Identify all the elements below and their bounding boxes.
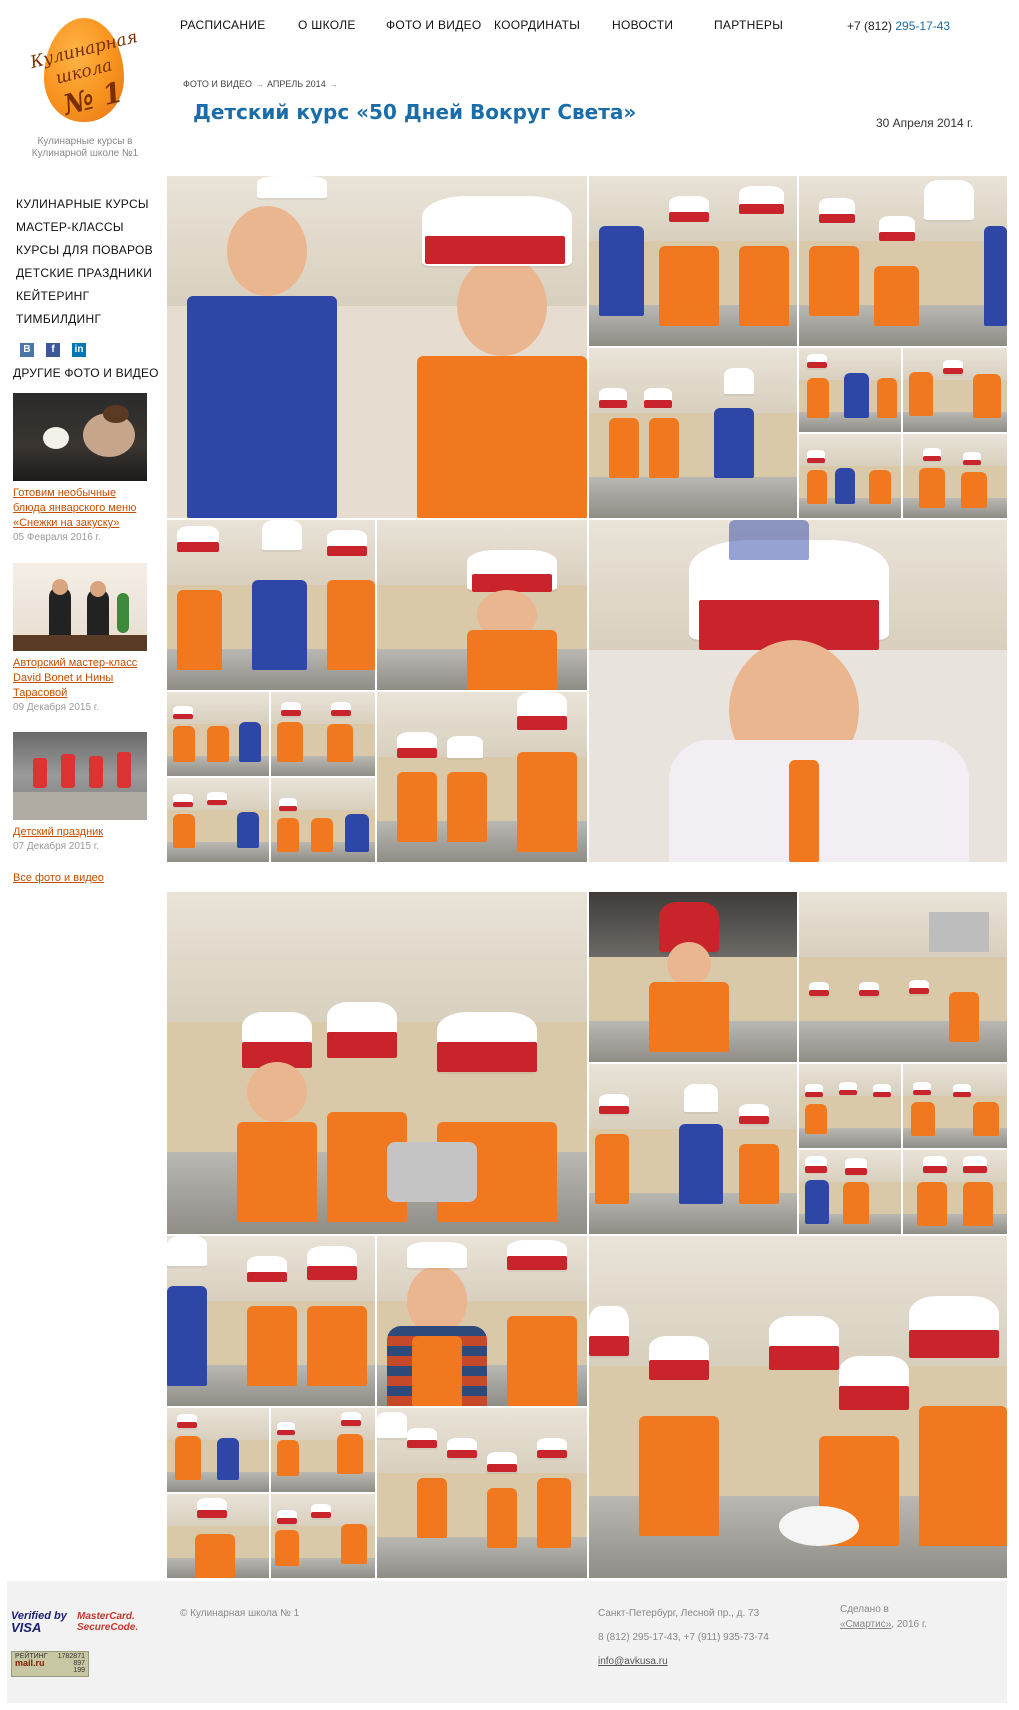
- gallery-photo[interactable]: [167, 1494, 269, 1578]
- sidebar-item-master-classes[interactable]: МАСТЕР-КЛАССЫ: [16, 219, 153, 242]
- sidebar-item-kids-parties[interactable]: ДЕТСКИЕ ПРАЗДНИКИ: [16, 265, 153, 288]
- gallery-photo[interactable]: [799, 1064, 901, 1148]
- mc-line1: MasterCard.: [77, 1611, 135, 1622]
- gallery-photo[interactable]: [167, 1408, 269, 1492]
- page-title: Детский курс «50 Дней Вокруг Света»: [193, 100, 637, 124]
- counter-value3: 199: [73, 1667, 85, 1674]
- breadcrumb: ФОТО И ВИДЕО → АПРЕЛЬ 2014 →: [183, 79, 341, 89]
- logo-tagline: Кулинарные курсы в Кулинарной школе №1: [31, 136, 139, 159]
- sidebar-item-catering[interactable]: КЕЙТЕРИНГ: [16, 288, 153, 311]
- gallery-photo[interactable]: [167, 176, 587, 518]
- gallery-link[interactable]: Авторский мастер-класс David Bonet и Нин…: [13, 656, 149, 701]
- gallery-photo[interactable]: [589, 892, 797, 1062]
- gallery-date: 09 Декабря 2015 г.: [13, 702, 99, 713]
- gallery-photo[interactable]: [271, 778, 375, 862]
- footer-address: Санкт-Петербург, Лесной пр., д. 73: [598, 1608, 760, 1619]
- gallery-photo[interactable]: [799, 176, 1007, 346]
- gallery-photo[interactable]: [271, 1494, 375, 1578]
- gallery-link[interactable]: Детский праздник: [13, 825, 149, 840]
- phone-prefix: +7 (812): [847, 19, 896, 33]
- gallery-photo[interactable]: [589, 1064, 797, 1234]
- sidebar-gallery-item: Детский праздник 07 Декабря 2015 г.: [13, 732, 149, 852]
- vk-icon[interactable]: В: [20, 343, 34, 357]
- all-photos-link[interactable]: Все фото и видео: [13, 872, 104, 884]
- made-prefix: Сделано в: [840, 1604, 889, 1615]
- breadcrumb-arrow-icon: →: [254, 79, 264, 89]
- sidebar-gallery-item: Авторский мастер-класс David Bonet и Нин…: [13, 563, 149, 713]
- nav-item-news[interactable]: НОВОСТИ: [612, 18, 714, 32]
- footer-phones: 8 (812) 295-17-43, +7 (911) 935-73-74: [598, 1632, 769, 1643]
- gallery-photo[interactable]: [903, 434, 1007, 518]
- gallery-thumbnail[interactable]: [13, 393, 147, 481]
- gallery-photo[interactable]: [167, 692, 269, 776]
- footer-email-link[interactable]: info@avkusa.ru: [598, 1650, 769, 1674]
- gallery-photo[interactable]: [167, 520, 375, 690]
- gallery-photo[interactable]: [903, 1064, 1007, 1148]
- mailru-counter[interactable]: РЕЙТИНГ 1782871 mail.ru 897 199: [11, 1651, 89, 1677]
- copyright: © Кулинарная школа № 1: [180, 1608, 300, 1619]
- counter-value1: 1782871: [57, 1653, 85, 1660]
- gallery-photo[interactable]: [589, 176, 797, 346]
- sidebar-item-teambuilding[interactable]: ТИМБИЛДИНГ: [16, 311, 153, 334]
- gallery-photo[interactable]: [167, 892, 587, 1234]
- made-suffix: , 2016 г.: [891, 1619, 928, 1630]
- visa-line2: VISA: [11, 1620, 42, 1635]
- sidebar-menu: КУЛИНАРНЫЕ КУРСЫ МАСТЕР-КЛАССЫ КУРСЫ ДЛЯ…: [16, 196, 153, 334]
- nav-item-partners[interactable]: ПАРТНЕРЫ: [714, 18, 814, 32]
- developer-credit: Сделано в «Смартис», 2016 г.: [840, 1602, 927, 1632]
- gallery-photo[interactable]: [271, 692, 375, 776]
- gallery-photo[interactable]: [589, 348, 797, 518]
- mc-line2: SecureCode.: [77, 1622, 139, 1633]
- other-media-heading: ДРУГИЕ ФОТО И ВИДЕО: [13, 366, 159, 380]
- top-navigation: РАСПИСАНИЕ О ШКОЛЕ ФОТО И ВИДЕО КООРДИНА…: [180, 18, 814, 32]
- gallery-photo[interactable]: [799, 434, 901, 518]
- counter-site: mail.ru: [15, 1658, 45, 1668]
- footer-contacts: Санкт-Петербург, Лесной пр., д. 73 8 (81…: [598, 1602, 769, 1674]
- breadcrumb-arrow-icon: →: [328, 79, 338, 89]
- nav-item-schedule[interactable]: РАСПИСАНИЕ: [180, 18, 298, 32]
- photo-gallery-block: [167, 176, 1007, 865]
- header-phone[interactable]: +7 (812) 295-17-43: [847, 19, 950, 33]
- gallery-thumbnail[interactable]: [13, 732, 147, 820]
- nav-item-about[interactable]: О ШКОЛЕ: [298, 18, 386, 32]
- gallery-photo[interactable]: [799, 892, 1007, 1062]
- counter-value2: 897: [73, 1660, 85, 1667]
- gallery-photo[interactable]: [903, 1150, 1007, 1234]
- gallery-photo[interactable]: [377, 1236, 587, 1406]
- phone-number: 295-17-43: [895, 19, 951, 33]
- sidebar-gallery-item: Готовим необычные блюда январского меню …: [13, 393, 149, 543]
- gallery-link[interactable]: Готовим необычные блюда январского меню …: [13, 486, 149, 531]
- gallery-photo[interactable]: [167, 778, 269, 862]
- gallery-thumbnail[interactable]: [13, 563, 147, 651]
- gallery-date: 07 Декабря 2015 г.: [13, 841, 99, 852]
- facebook-icon[interactable]: f: [46, 343, 60, 357]
- gallery-photo[interactable]: [377, 692, 587, 862]
- social-links: В f in: [20, 343, 86, 357]
- sidebar-item-culinary-courses[interactable]: КУЛИНАРНЫЕ КУРСЫ: [16, 196, 153, 219]
- gallery-photo[interactable]: [377, 520, 587, 690]
- sidebar-item-chef-courses[interactable]: КУРСЫ ДЛЯ ПОВАРОВ: [16, 242, 153, 265]
- gallery-photo[interactable]: [377, 1408, 587, 1578]
- school-logo[interactable]: Кулинарная школа № 1: [28, 12, 140, 132]
- developer-link[interactable]: «Смартис»: [840, 1619, 891, 1630]
- nav-item-photo-video[interactable]: ФОТО И ВИДЕО: [386, 18, 494, 32]
- nav-item-contacts[interactable]: КООРДИНАТЫ: [494, 18, 612, 32]
- gallery-photo[interactable]: [589, 1236, 1007, 1578]
- breadcrumb-photo-video[interactable]: ФОТО И ВИДЕО: [183, 79, 252, 89]
- gallery-date: 05 Февраля 2016 г.: [13, 532, 101, 543]
- gallery-photo[interactable]: [271, 1408, 375, 1492]
- footer: Verified by VISA MasterCard. SecureCode.…: [7, 1581, 1007, 1703]
- breadcrumb-april-2014[interactable]: АПРЕЛЬ 2014: [267, 79, 326, 89]
- gallery-photo[interactable]: [167, 1236, 375, 1406]
- gallery-photo[interactable]: [799, 1150, 901, 1234]
- gallery-photo[interactable]: [799, 348, 901, 432]
- mastercard-securecode-logo: MasterCard. SecureCode.: [77, 1611, 138, 1633]
- gallery-photo[interactable]: [589, 520, 1007, 862]
- photo-gallery-block: [167, 892, 1007, 1581]
- page-date: 30 Апреля 2014 г.: [876, 116, 974, 130]
- linkedin-icon[interactable]: in: [72, 343, 86, 357]
- gallery-photo[interactable]: [903, 348, 1007, 432]
- verified-by-visa-logo: Verified by VISA: [11, 1611, 67, 1635]
